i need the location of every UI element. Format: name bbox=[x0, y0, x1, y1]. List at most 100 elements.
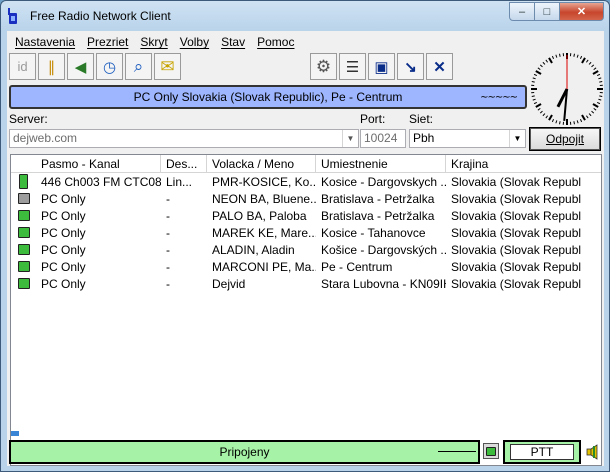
clock-tick bbox=[533, 73, 538, 77]
clock-tick bbox=[559, 121, 561, 125]
title-bar[interactable]: Free Radio Network Client – □ ✕ bbox=[1, 1, 609, 31]
settings-gears-button[interactable]: ⚙ bbox=[310, 53, 337, 80]
header-volacka-meno[interactable]: Volacka / Meno bbox=[207, 155, 316, 172]
table-row[interactable]: 446 Ch003 FM CTC08 Lin... PMR-KOSICE, Ko..… bbox=[11, 173, 601, 190]
settings-gears-icon: ⚙ bbox=[315, 56, 332, 76]
server-combobox[interactable]: dejweb.com ▼ bbox=[9, 129, 359, 148]
row-location: Kosice - Dargovskych ... bbox=[321, 174, 446, 189]
equalizer-button[interactable]: ∥ bbox=[38, 53, 65, 80]
resize-arrow-button[interactable]: ↘ bbox=[397, 53, 424, 80]
menu-nastavenia[interactable]: Nastavenia bbox=[9, 32, 81, 52]
row-channel: PC Only bbox=[41, 276, 86, 291]
id-icon: id bbox=[17, 59, 28, 74]
menu-skryt[interactable]: Skryt bbox=[134, 32, 173, 52]
speaker-icon[interactable] bbox=[585, 443, 601, 461]
menu-volby[interactable]: Volby bbox=[174, 32, 215, 52]
clock-tick bbox=[537, 107, 541, 111]
header-pasmo-kanal[interactable]: Pasmo - Kanal bbox=[36, 155, 161, 172]
volume-control-button[interactable]: ◀ bbox=[67, 53, 94, 80]
clock-tick bbox=[599, 81, 603, 83]
resize-arrow-icon: ↘ bbox=[404, 58, 417, 76]
clock-tick bbox=[532, 77, 536, 80]
table-row[interactable]: PC Only - MAREK KE, Mare... Kosice - Tahano… bbox=[11, 224, 601, 241]
clock-search-button[interactable]: ◷ bbox=[96, 53, 123, 80]
menu-bar: Nastavenia Prezriet Skryt Volby Stav Pom… bbox=[7, 31, 300, 53]
toolbar-right: ⚙ ☰ ▣ ↘ ✕ bbox=[310, 53, 455, 83]
row-status-cell bbox=[11, 227, 36, 238]
window-controls: – □ ✕ bbox=[509, 2, 604, 21]
clock-tick bbox=[579, 55, 583, 60]
clock-tick bbox=[537, 67, 541, 71]
row-country: Slovakia (Slovak Republic) bbox=[451, 225, 581, 240]
row-location: Košice - Dargovských ... bbox=[321, 242, 446, 257]
table-row[interactable]: PC Only - PALO BA, Paloba Bratislava - Petr… bbox=[11, 207, 601, 224]
clock-tick bbox=[579, 118, 583, 123]
clock-tick bbox=[545, 59, 549, 63]
port-field[interactable]: 10024 bbox=[360, 129, 406, 148]
row-country: Slovakia (Slovak Republic) bbox=[451, 259, 581, 274]
pc-status-button[interactable] bbox=[483, 443, 499, 459]
network-combobox[interactable]: Pbh ▼ bbox=[409, 129, 526, 148]
row-channel: PC Only bbox=[41, 208, 86, 223]
ptt-button[interactable]: PTT bbox=[510, 444, 574, 460]
row-des: - bbox=[166, 242, 170, 257]
menu-prezriet[interactable]: Prezriet bbox=[81, 32, 134, 52]
computer-settings-button[interactable]: ☰ bbox=[339, 53, 366, 80]
clock-tick bbox=[593, 67, 597, 71]
table-row[interactable]: PC Only - NEON BA, Bluene... Bratislava - P… bbox=[11, 190, 601, 207]
clock-tick bbox=[576, 120, 579, 124]
row-location: Bratislava - Petržalka bbox=[321, 191, 435, 206]
clock-tick bbox=[532, 98, 536, 101]
search-button[interactable]: ⌕ bbox=[125, 53, 152, 80]
header-des[interactable]: Des... bbox=[161, 155, 207, 172]
clock-tick bbox=[596, 73, 601, 77]
clock-tick bbox=[588, 113, 592, 117]
connection-status-text: Pripojeny bbox=[219, 445, 270, 459]
menu-stav[interactable]: Stav bbox=[215, 32, 251, 52]
clock-tick bbox=[591, 64, 595, 68]
table-row[interactable]: PC Only - Dejvid Stara Lubovna - KN09IH Slov… bbox=[11, 275, 601, 292]
maximize-button[interactable]: □ bbox=[535, 2, 560, 21]
row-des: - bbox=[166, 276, 170, 291]
close-button[interactable]: ✕ bbox=[560, 2, 604, 21]
clock-tick bbox=[542, 113, 546, 117]
clock-tick bbox=[585, 59, 589, 63]
row-callsign: MAREK KE, Mare... bbox=[212, 225, 316, 240]
header-umiestnenie[interactable]: Umiestnenie bbox=[316, 155, 446, 172]
analog-clock bbox=[531, 53, 603, 125]
row-location: Bratislava - Petržalka bbox=[321, 208, 435, 223]
row-channel: 446 Ch003 FM CTC08 bbox=[41, 174, 161, 189]
pc-station-icon bbox=[17, 261, 30, 272]
row-status-cell bbox=[11, 244, 36, 255]
row-des: - bbox=[166, 259, 170, 274]
network-value: Pbh bbox=[413, 131, 435, 145]
status-line bbox=[438, 451, 476, 452]
window-restore-button[interactable]: ▣ bbox=[368, 53, 395, 80]
stations-list[interactable]: Pasmo - Kanal Des... Volacka / Meno Umie… bbox=[10, 154, 602, 466]
row-country: Slovakia (Slovak Republic) bbox=[451, 208, 581, 223]
port-label: Port: bbox=[360, 112, 386, 126]
clock-tick bbox=[535, 70, 542, 75]
close-x-button[interactable]: ✕ bbox=[426, 53, 453, 80]
clock-tick bbox=[531, 81, 535, 83]
minimize-button[interactable]: – bbox=[509, 2, 535, 21]
port-value: 10024 bbox=[364, 131, 398, 145]
header-krajina[interactable]: Krajina bbox=[446, 155, 581, 172]
menu-pomoc[interactable]: Pomoc bbox=[251, 32, 300, 52]
row-status-cell bbox=[11, 278, 36, 289]
network-dropdown-arrow-icon[interactable]: ▼ bbox=[509, 130, 525, 147]
clock-tick bbox=[573, 121, 575, 125]
table-row[interactable]: PC Only - ALADIN, Aladin Košice - Dargovský… bbox=[11, 241, 601, 258]
network-label: Siet: bbox=[409, 112, 434, 126]
clock-tick bbox=[533, 101, 538, 105]
clock-tick bbox=[551, 55, 555, 60]
clock-tick bbox=[593, 107, 597, 111]
clock-tick bbox=[592, 70, 599, 75]
activity-indicator bbox=[11, 431, 19, 436]
server-dropdown-arrow-icon[interactable]: ▼ bbox=[342, 130, 358, 147]
disconnect-button[interactable]: Odpojit bbox=[529, 127, 601, 151]
list-rows: 446 Ch003 FM CTC08 Lin... PMR-KOSICE, Ko..… bbox=[11, 173, 601, 292]
id-button[interactable]: id bbox=[9, 53, 36, 80]
mail-button[interactable]: ✉ bbox=[154, 53, 181, 80]
table-row[interactable]: PC Only - MARCONI PE, Ma... Pe - Centrum Slo… bbox=[11, 258, 601, 275]
